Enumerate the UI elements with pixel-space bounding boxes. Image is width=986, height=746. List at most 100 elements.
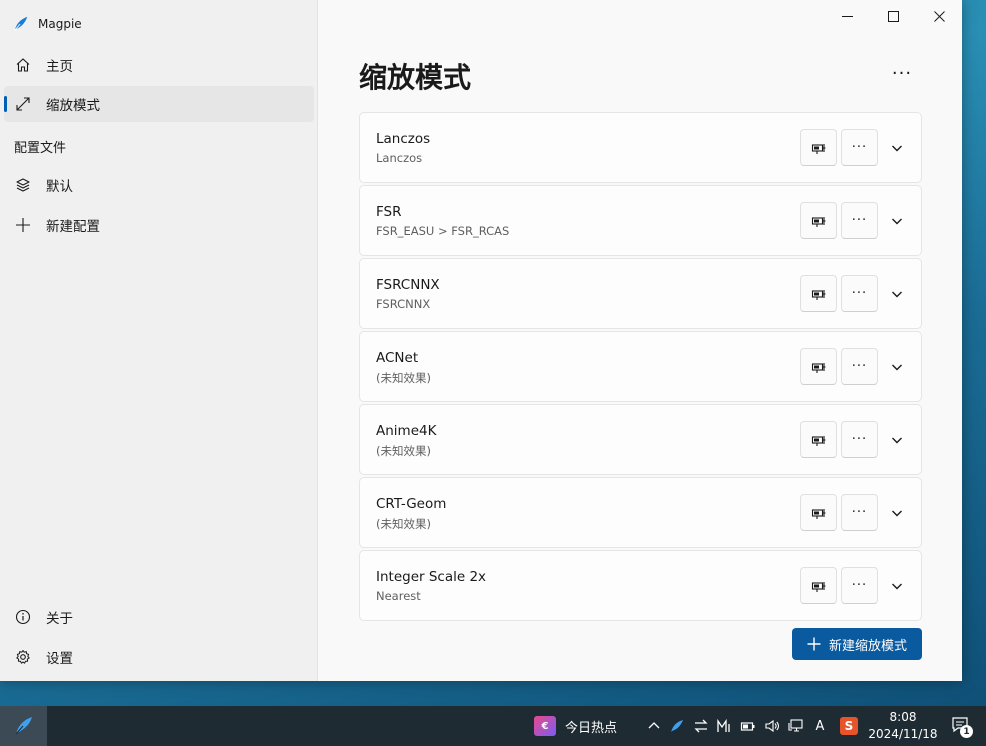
scaling-mode-card[interactable]: CRT-Geom (未知效果) ··· bbox=[359, 477, 922, 548]
close-button[interactable] bbox=[916, 0, 962, 32]
card-more-button[interactable]: ··· bbox=[841, 567, 878, 604]
page-title: 缩放模式 bbox=[359, 61, 472, 94]
launch-button[interactable] bbox=[800, 348, 837, 385]
sidebar-item-label: 关于 bbox=[46, 611, 73, 627]
news-label[interactable]: 今日热点 bbox=[565, 717, 617, 736]
sidebar-item-label: 设置 bbox=[46, 651, 73, 667]
launch-button[interactable] bbox=[800, 275, 837, 312]
sidebar-item-new-profile[interactable]: 新建配置 bbox=[4, 207, 314, 243]
launch-button[interactable] bbox=[800, 421, 837, 458]
launch-button[interactable] bbox=[800, 129, 837, 166]
projector-icon bbox=[811, 216, 825, 227]
expand-button[interactable] bbox=[886, 210, 908, 232]
card-more-button[interactable]: ··· bbox=[841, 275, 878, 312]
sidebar-item-about[interactable]: 关于 bbox=[4, 599, 314, 635]
chevron-down-icon bbox=[892, 218, 902, 225]
scaling-mode-card[interactable]: Lanczos Lanczos ··· bbox=[359, 112, 922, 183]
sidebar-item-default-profile[interactable]: 默认 bbox=[4, 167, 314, 203]
page-more-button[interactable]: ··· bbox=[884, 60, 920, 86]
scaling-mode-name: FSRCNNX bbox=[376, 277, 440, 293]
scaling-mode-card[interactable]: ACNet (未知效果) ··· bbox=[359, 331, 922, 402]
maximize-icon bbox=[887, 10, 899, 22]
sidebar-item-settings[interactable]: 设置 bbox=[4, 639, 314, 675]
chevron-up-icon[interactable] bbox=[645, 717, 663, 735]
ime-mode-indicator[interactable]: A bbox=[811, 717, 829, 735]
app-title-bar: Magpie bbox=[12, 12, 82, 36]
projector-icon bbox=[811, 435, 825, 446]
news-icon[interactable]: € bbox=[534, 716, 556, 736]
scaling-mode-name: ACNet bbox=[376, 350, 419, 366]
sidebar-item-home[interactable]: 主页 bbox=[4, 47, 314, 83]
minimize-icon bbox=[841, 15, 853, 17]
sidebar-item-label: 默认 bbox=[46, 179, 73, 195]
scaling-mode-effects: Nearest bbox=[376, 589, 421, 603]
scaling-mode-card[interactable]: Anime4K (未知效果) ··· bbox=[359, 404, 922, 475]
scaling-mode-card[interactable]: FSR FSR_EASU > FSR_RCAS ··· bbox=[359, 185, 922, 256]
sidebar: Magpie 主页 缩放模式 配置文件 默认 新建配置 关于 设置 bbox=[0, 0, 318, 681]
gear-icon bbox=[14, 648, 32, 666]
taskbar: € 今日热点 A S 8:08 2024/11/18 1 bbox=[0, 706, 986, 746]
scaling-mode-effects: Lanczos bbox=[376, 151, 423, 165]
launch-button[interactable] bbox=[800, 202, 837, 239]
expand-button[interactable] bbox=[886, 137, 908, 159]
taskbar-clock[interactable]: 8:08 2024/11/18 bbox=[862, 709, 944, 743]
launch-button[interactable] bbox=[800, 567, 837, 604]
magpie-logo-icon bbox=[14, 16, 28, 31]
new-scaling-mode-label: 新建缩放模式 bbox=[828, 638, 907, 654]
app-title: Magpie bbox=[38, 17, 82, 31]
scaling-mode-card[interactable]: FSRCNNX FSRCNNX ··· bbox=[359, 258, 922, 329]
transfer-icon[interactable] bbox=[692, 717, 710, 735]
battery-icon[interactable] bbox=[739, 717, 757, 735]
app-window: Magpie 主页 缩放模式 配置文件 默认 新建配置 关于 设置 缩放模式 ·… bbox=[0, 0, 962, 681]
expand-button[interactable] bbox=[886, 283, 908, 305]
sidebar-item-scaling-modes[interactable]: 缩放模式 bbox=[4, 86, 314, 122]
selection-indicator bbox=[4, 96, 7, 112]
clock-time: 8:08 bbox=[889, 710, 917, 724]
expand-button[interactable] bbox=[886, 575, 908, 597]
scaling-mode-effects: (未知效果) bbox=[376, 517, 431, 531]
sidebar-item-label: 缩放模式 bbox=[46, 98, 100, 114]
scaling-mode-effects: FSR_EASU > FSR_RCAS bbox=[376, 224, 510, 238]
profiles-section-label: 配置文件 bbox=[14, 141, 67, 156]
plus-icon bbox=[14, 216, 32, 234]
sidebar-item-label: 主页 bbox=[46, 59, 73, 75]
projector-icon bbox=[811, 143, 825, 154]
launch-button[interactable] bbox=[800, 494, 837, 531]
card-more-button[interactable]: ··· bbox=[841, 494, 878, 531]
clock-date: 2024/11/18 bbox=[868, 727, 938, 741]
expand-button[interactable] bbox=[886, 356, 908, 378]
magpie-tray-icon[interactable] bbox=[668, 717, 686, 735]
layers-icon bbox=[14, 176, 32, 194]
scaling-mode-name: Anime4K bbox=[376, 423, 437, 439]
projector-icon bbox=[811, 581, 825, 592]
chevron-down-icon bbox=[892, 510, 902, 517]
scaling-mode-card[interactable]: Integer Scale 2x Nearest ··· bbox=[359, 550, 922, 621]
chevron-down-icon bbox=[892, 364, 902, 371]
scaling-mode-effects: (未知效果) bbox=[376, 371, 431, 385]
scaling-mode-effects: (未知效果) bbox=[376, 444, 431, 458]
chevron-down-icon bbox=[892, 583, 902, 590]
scaling-mode-name: Integer Scale 2x bbox=[376, 569, 487, 585]
projector-icon bbox=[811, 289, 825, 300]
home-icon bbox=[14, 56, 32, 74]
card-more-button[interactable]: ··· bbox=[841, 348, 878, 385]
card-more-button[interactable]: ··· bbox=[841, 202, 878, 239]
card-more-button[interactable]: ··· bbox=[841, 129, 878, 166]
sogou-ime-icon[interactable]: S bbox=[840, 717, 858, 735]
taskbar-magpie-button[interactable] bbox=[0, 706, 47, 746]
maximize-button[interactable] bbox=[870, 0, 916, 32]
chevron-down-icon bbox=[892, 291, 902, 298]
card-more-button[interactable]: ··· bbox=[841, 421, 878, 458]
scaling-mode-name: CRT-Geom bbox=[376, 496, 447, 512]
network-icon[interactable] bbox=[787, 717, 805, 735]
expand-button[interactable] bbox=[886, 429, 908, 451]
expand-button[interactable] bbox=[886, 502, 908, 524]
minimize-button[interactable] bbox=[824, 0, 870, 32]
scaling-mode-name: FSR bbox=[376, 204, 402, 220]
info-icon bbox=[14, 608, 32, 626]
notification-center-button[interactable]: 1 bbox=[951, 716, 975, 738]
volume-icon[interactable] bbox=[763, 717, 781, 735]
resize-icon bbox=[14, 95, 32, 113]
new-scaling-mode-button[interactable]: 新建缩放模式 bbox=[792, 628, 922, 660]
meter-icon[interactable] bbox=[715, 717, 733, 735]
